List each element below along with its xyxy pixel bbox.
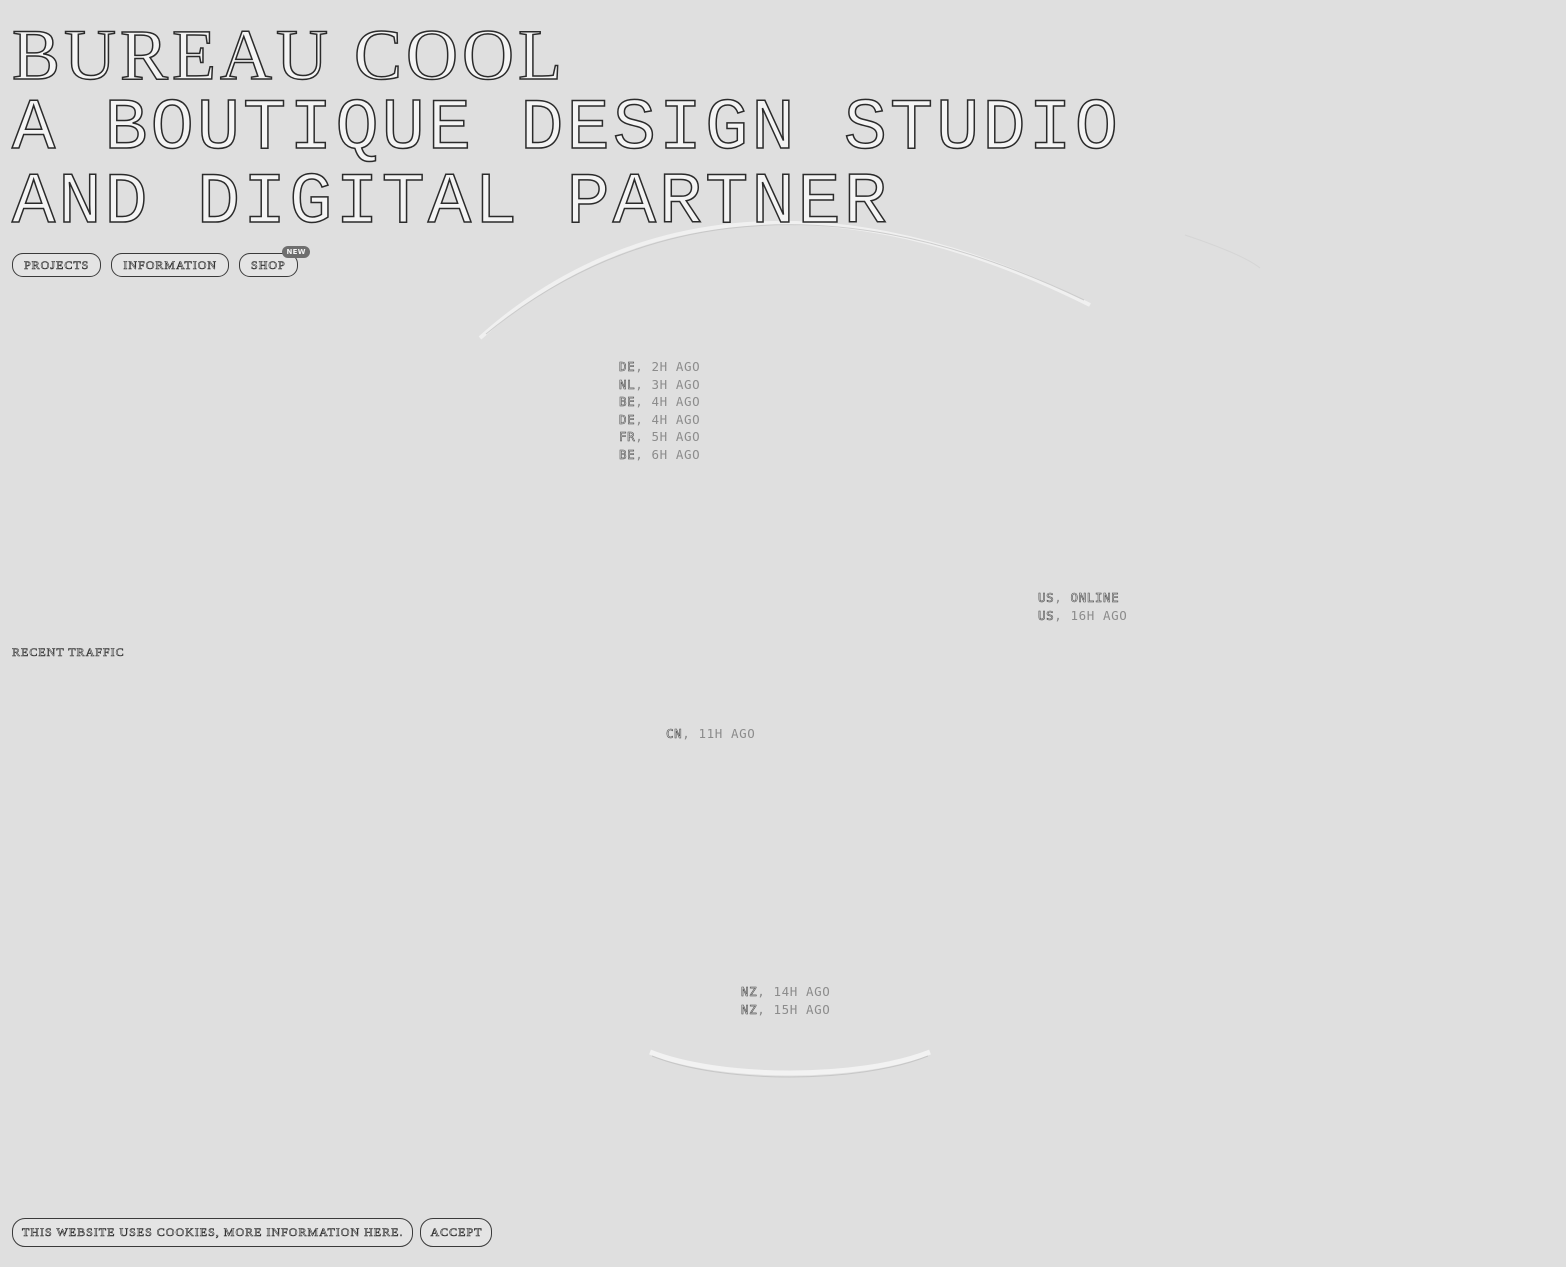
cookie-info-link[interactable]: THIS WEBSITE USES COOKIES, MORE INFORMAT…	[12, 1218, 414, 1247]
traffic-country: BE	[619, 394, 636, 410]
traffic-entry: US, ONLINE	[1038, 590, 1120, 606]
traffic-entry: BE, 4H AGO	[619, 394, 701, 410]
traffic-entry: FR, 5H AGO	[619, 429, 701, 445]
traffic-time: 15H AGO	[773, 1001, 831, 1017]
traffic-status-online: ONLINE	[1070, 590, 1120, 606]
traffic-country: DE	[619, 359, 636, 375]
traffic-time: 11H AGO	[698, 726, 756, 741]
traffic-time: 6H AGO	[651, 446, 701, 462]
nav-shop-button[interactable]: SHOP NEW	[239, 246, 310, 277]
nav-information-button[interactable]: INFORMATION	[111, 253, 230, 277]
traffic-group-cn: CN, 11H AGO	[666, 725, 755, 743]
traffic-entry: DE, 2H AGO	[619, 359, 701, 375]
traffic-country: NL	[619, 376, 636, 392]
traffic-entry: BE, 6H AGO	[619, 446, 701, 462]
traffic-time: 3H AGO	[651, 376, 701, 392]
nav-projects-button[interactable]: PROJECTS	[12, 253, 102, 277]
traffic-group-europe: DE, 2H AGO NL, 3H AGO BE, 4H AGO DE, 4H …	[619, 358, 700, 463]
cookie-accept-button[interactable]: ACCEPT	[420, 1218, 493, 1247]
traffic-entry: CN, 11H AGO	[666, 726, 756, 742]
traffic-time: 4H AGO	[651, 394, 701, 409]
traffic-country: DE	[619, 411, 636, 427]
page: BUREAU COOL A BOUTIQUE DESIGN STUDIO AND…	[0, 0, 1566, 1267]
traffic-country: CN	[666, 726, 683, 742]
traffic-country: US	[1038, 607, 1055, 623]
traffic-group-us: US, ONLINE US, 16H AGO	[1038, 589, 1127, 624]
traffic-country: US	[1038, 590, 1055, 606]
traffic-time: 5H AGO	[651, 429, 701, 444]
traffic-entry: NZ, 15H AGO	[741, 1001, 831, 1017]
traffic-group-nz: NZ, 14H AGO NZ, 15H AGO	[741, 983, 830, 1018]
new-badge: NEW	[282, 246, 310, 258]
traffic-country: NZ	[741, 984, 758, 1000]
traffic-time: 16H AGO	[1070, 607, 1128, 623]
tagline-line-1: A BOUTIQUE DESIGN STUDIO	[11, 88, 1121, 170]
recent-traffic-label: RECENT TRAFFIC	[12, 645, 125, 660]
traffic-country: BE	[619, 446, 636, 462]
traffic-time: 2H AGO	[651, 359, 701, 374]
tagline-line-2: AND DIGITAL PARTNER	[11, 162, 890, 244]
traffic-entry: NZ, 14H AGO	[741, 984, 831, 1000]
traffic-entry: NL, 3H AGO	[619, 376, 701, 392]
hero-heading: BUREAU COOL A BOUTIQUE DESIGN STUDIO AND…	[11, 15, 1121, 244]
brand-name: BUREAU COOL	[11, 15, 567, 95]
traffic-time: 14H AGO	[773, 984, 831, 999]
cookie-banner: THIS WEBSITE USES COOKIES, MORE INFORMAT…	[12, 1218, 493, 1247]
traffic-entry: DE, 4H AGO	[619, 411, 701, 427]
traffic-country: NZ	[741, 1001, 758, 1017]
traffic-country: FR	[619, 429, 636, 445]
traffic-entry: US, 16H AGO	[1038, 607, 1128, 623]
main-nav: PROJECTS INFORMATION SHOP NEW	[12, 246, 310, 277]
nav-shop-label: SHOP	[251, 258, 286, 273]
traffic-time: 4H AGO	[651, 411, 701, 427]
